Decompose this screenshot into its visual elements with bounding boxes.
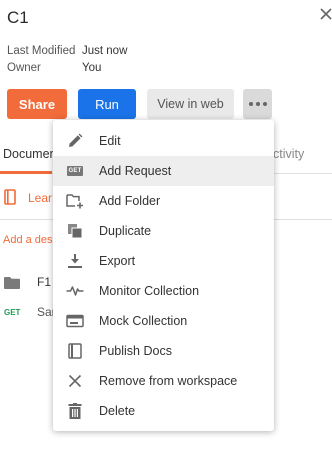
menu-item-mock-collection[interactable]: Mock Collection [53,306,274,336]
monitor-icon [66,282,84,300]
menu-item-label: Add Folder [99,194,161,208]
collection-title: C1 [7,8,29,27]
get-request-icon: GET [66,162,84,180]
menu-item-remove-from-workspace[interactable]: Remove from workspace [53,366,274,396]
learn-link[interactable]: Lear [28,191,52,205]
menu-item-label: Mock Collection [99,314,188,328]
tab-activity[interactable]: ctivity [273,147,304,161]
collection-options-menu: Edit GET Add Request Add Folder Duplicat… [53,120,274,431]
menu-item-label: Export [99,254,136,268]
duplicate-icon [66,222,84,240]
add-folder-icon [66,192,84,210]
menu-item-label: Edit [99,134,121,148]
pencil-icon [66,132,84,150]
book-icon [4,189,16,205]
add-description-link[interactable]: Add a desc [3,234,58,246]
owner-value: You [82,62,102,74]
owner-label: Owner [7,62,41,74]
view-in-web-button[interactable]: View in web [147,89,234,119]
more-dot-icon [255,102,260,106]
menu-item-duplicate[interactable]: Duplicate [53,216,274,246]
close-icon[interactable] [318,6,332,22]
share-button[interactable]: Share [7,89,67,119]
menu-item-add-folder[interactable]: Add Folder [53,186,274,216]
tab-documentation[interactable]: Documen [3,147,57,161]
last-modified-label: Last Modified [7,45,76,57]
menu-item-export[interactable]: Export [53,246,274,276]
menu-item-edit[interactable]: Edit [53,126,274,156]
menu-item-label: Monitor Collection [99,284,200,298]
publish-docs-icon [66,342,84,360]
menu-item-publish-docs[interactable]: Publish Docs [53,336,274,366]
folder-icon [4,276,20,294]
request-method-badge: GET [4,308,21,317]
menu-item-label: Delete [99,404,136,418]
menu-item-label: Publish Docs [99,344,172,358]
mock-icon [66,312,84,330]
menu-item-label: Remove from workspace [99,374,238,388]
more-dot-icon [262,102,267,106]
more-dot-icon [248,102,253,106]
menu-item-add-request[interactable]: GET Add Request [53,156,274,186]
more-options-button[interactable] [243,89,272,119]
menu-item-label: Add Request [99,164,172,178]
trash-icon [66,402,84,420]
export-icon [66,252,84,270]
menu-item-label: Duplicate [99,224,152,238]
active-tab-indicator [0,171,52,174]
menu-item-monitor-collection[interactable]: Monitor Collection [53,276,274,306]
last-modified-value: Just now [82,45,128,57]
get-request-badge: GET [66,166,84,176]
run-button[interactable]: Run [78,89,136,119]
menu-item-delete[interactable]: Delete [53,396,274,426]
folder-item-f1[interactable]: F1 [37,275,51,289]
remove-icon [66,372,84,390]
